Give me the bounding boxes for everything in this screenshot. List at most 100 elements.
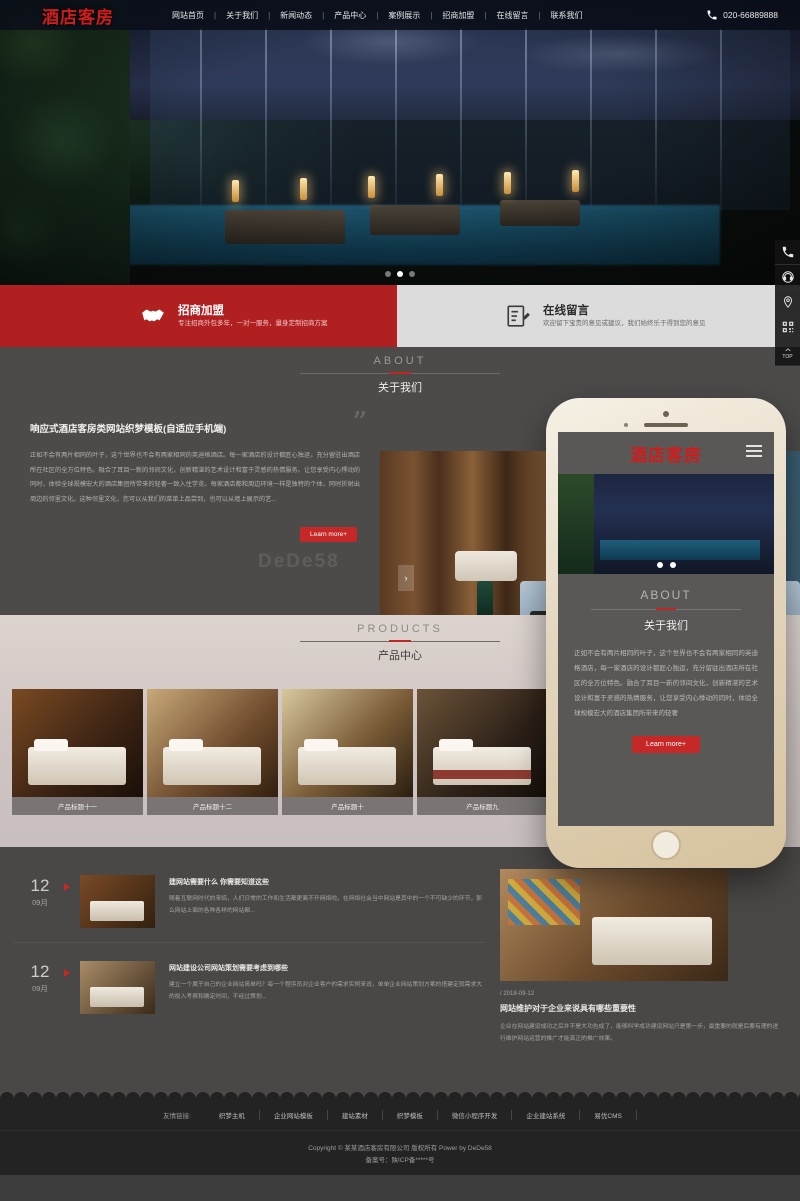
- news-item[interactable]: 12 09月 建网站需要什么 你需要知道这些 随着互联网时代的来临，人们日常的工…: [14, 869, 484, 942]
- page-root: 酒店客房 网站首页 | 关于我们 | 新闻动态 | 产品中心 | 案例展示 | …: [0, 0, 800, 1201]
- featured-news-description: 企业在网站建设成功之后并不是大功告成了，能够科学成功建设网站只是第一步，最重要的…: [500, 1024, 779, 1042]
- franchise-banner-title: 招商加盟: [178, 304, 224, 317]
- franchise-banner[interactable]: 招商加盟 专注招商外包多年，一对一服务，量身定制招商方案: [0, 285, 397, 347]
- phone-screen: 酒店客房 ABOUT 关于我们 正如不会有两片相同的叶子，这个世界也不会有两家相…: [558, 432, 774, 826]
- message-banner-title: 在线留言: [543, 304, 589, 317]
- product-image: [282, 689, 413, 797]
- phone-sensor: [624, 423, 628, 427]
- nav-item-products[interactable]: 产品中心: [324, 10, 376, 21]
- footer-link-dedecms-templates[interactable]: 织梦模板: [383, 1109, 438, 1120]
- phone-site-logo[interactable]: 酒店客房: [630, 441, 702, 466]
- sidetool-service[interactable]: [775, 265, 800, 290]
- featured-news-date: / 2018-09-12: [500, 991, 535, 997]
- footer: 友情链接: 织梦主机 企业网站模板 建站素材 织梦模板 微信小程序开发 企业建站…: [0, 1099, 800, 1175]
- hero-dot-1[interactable]: [385, 271, 391, 277]
- phone-camera-icon: [663, 411, 669, 417]
- hero-dot-2[interactable]: [397, 271, 403, 277]
- about-description: 正如不会有两片相同的叶子，这个世界也不会有两家相同的英迪格酒店。每一家酒店的设计…: [30, 452, 360, 503]
- phone-about-cn-title: 关于我们: [644, 620, 688, 632]
- phone-icon: [782, 246, 793, 258]
- about-section-en-title: ABOUT: [373, 355, 427, 367]
- icp-text: 备案号：陕ICP备*****号: [365, 1157, 435, 1165]
- product-title: 产品标题十二: [147, 797, 278, 815]
- product-image: [417, 689, 548, 797]
- footer-link-host[interactable]: 织梦主机: [205, 1109, 260, 1120]
- nav-item-news[interactable]: 新闻动态: [270, 10, 322, 21]
- hero-banner: 酒店客房 网站首页 | 关于我们 | 新闻动态 | 产品中心 | 案例展示 | …: [0, 0, 800, 285]
- news-section: 12 09月 建网站需要什么 你需要知道这些 随着互联网时代的来临，人们日常的工…: [0, 847, 800, 1087]
- phone-hero-image: [558, 474, 774, 574]
- main-nav: 网站首页 | 关于我们 | 新闻动态 | 产品中心 | 案例展示 | 招商加盟 …: [162, 10, 593, 21]
- news-thumbnail: [80, 875, 155, 928]
- nav-item-contact[interactable]: 联系我们: [541, 10, 593, 21]
- nav-item-home[interactable]: 网站首页: [162, 10, 214, 21]
- about-learn-more-button[interactable]: Learn more+: [300, 527, 358, 543]
- footer-link-materials[interactable]: 建站素材: [328, 1109, 383, 1120]
- phone-section-divider: [591, 609, 741, 610]
- phone-home-button[interactable]: [651, 830, 681, 860]
- phone-dot-2[interactable]: [669, 562, 676, 568]
- section-divider: [300, 641, 500, 642]
- copyright-text: Copyright © 某某酒店客房有限公司 版权所有 Power by DeD…: [308, 1145, 492, 1152]
- friend-links: 友情链接: 织梦主机 企业网站模板 建站素材 织梦模板 微信小程序开发 企业建站…: [0, 1099, 800, 1131]
- nav-item-message[interactable]: 在线留言: [486, 10, 538, 21]
- news-thumbnail: [80, 961, 155, 1014]
- news-item[interactable]: 12 09月 网站建设公司网站策划需要考虑到哪些 建立一个属于自己的企业网站简单…: [14, 942, 484, 1028]
- friend-links-label: 友情链接:: [163, 1112, 191, 1120]
- hero-slider-dots: [0, 271, 800, 277]
- footer-copyright: Copyright © 某某酒店客房有限公司 版权所有 Power by DeD…: [0, 1131, 800, 1168]
- message-banner-subtitle: 欢迎留下宝贵的意见或建议，我们始终乐于得到您的意见: [543, 320, 706, 328]
- product-card[interactable]: 产品标题九: [417, 689, 548, 815]
- about-text-column: 响应式酒店客房类网站织梦模板(自适应手机端) 正如不会有两片相同的叶子，这个世界…: [30, 421, 360, 543]
- hero-vignette: [0, 0, 800, 285]
- sidetool-qrcode[interactable]: [775, 315, 800, 340]
- nav-item-about[interactable]: 关于我们: [216, 10, 268, 21]
- hamburger-menu-icon[interactable]: [746, 445, 762, 460]
- site-logo[interactable]: 酒店客房: [42, 3, 114, 28]
- news-list: 12 09月 建网站需要什么 你需要知道这些 随着互联网时代的来临，人们日常的工…: [14, 869, 484, 1087]
- about-slider-next-arrow[interactable]: ›: [398, 565, 414, 591]
- watermark: DeDe58: [258, 551, 340, 572]
- footer-link-miniprogram[interactable]: 微信小程序开发: [438, 1109, 513, 1120]
- sidetool-back-to-top[interactable]: TOP: [775, 340, 800, 366]
- about-title: 响应式酒店客房类网站织梦模板(自适应手机端): [30, 424, 227, 435]
- phone-slider-dots: [558, 562, 774, 568]
- product-title: 产品标题十: [282, 797, 413, 815]
- hero-dot-3[interactable]: [409, 271, 415, 277]
- news-date: 12 09月: [14, 875, 70, 908]
- news-title[interactable]: 建网站需要什么 你需要知道这些: [169, 877, 484, 887]
- phone-learn-more-button[interactable]: Learn more+: [632, 735, 700, 753]
- nav-item-cases[interactable]: 案例展示: [378, 10, 430, 21]
- promo-banner-row: 招商加盟 专注招商外包多年，一对一服务，量身定制招商方案 在线留言 欢迎留下宝贵…: [0, 285, 800, 347]
- nav-item-franchise[interactable]: 招商加盟: [432, 10, 484, 21]
- sidetool-location[interactable]: [775, 290, 800, 315]
- phone-about-en-title: ABOUT: [640, 588, 692, 602]
- news-month: 09月: [32, 984, 48, 993]
- featured-news[interactable]: / 2018-09-12 网站维护对于企业来说具有哪些重要性 企业在网站建设成功…: [484, 869, 784, 1087]
- footer-link-eyoucms[interactable]: 易优CMS: [580, 1109, 637, 1120]
- news-title[interactable]: 网站建设公司网站策划需要考虑到哪些: [169, 963, 484, 973]
- news-text: 建网站需要什么 你需要知道这些 随着互联网时代的来临，人们日常的工作和生活都更离…: [169, 875, 484, 917]
- handshake-icon: [142, 309, 164, 322]
- product-card[interactable]: 产品标题十二: [147, 689, 278, 815]
- footer-link-templates[interactable]: 企业网站模板: [260, 1109, 328, 1120]
- product-title: 产品标题十一: [12, 797, 143, 815]
- location-pin-icon: [783, 296, 792, 308]
- header-phone-number: 020-66889888: [723, 10, 778, 20]
- floating-side-toolbar: TOP: [775, 240, 800, 366]
- top-navigation-bar: 酒店客房 网站首页 | 关于我们 | 新闻动态 | 产品中心 | 案例展示 | …: [0, 0, 800, 30]
- phone-mockup: 酒店客房 ABOUT 关于我们 正如不会有两片相同的叶子，这个世界也不会有两家相…: [546, 398, 786, 868]
- sidetool-phone[interactable]: [775, 240, 800, 265]
- back-to-top-label: TOP: [782, 353, 793, 360]
- featured-news-image: [500, 869, 728, 981]
- featured-news-title[interactable]: 网站维护对于企业来说具有哪些重要性: [500, 1003, 784, 1014]
- telephone-icon: [707, 10, 717, 20]
- message-banner[interactable]: 在线留言 欢迎留下宝贵的意见或建议，我们始终乐于得到您的意见: [397, 285, 800, 347]
- hero-scene: [0, 0, 800, 285]
- footer-link-site-system[interactable]: 企业建站系统: [512, 1109, 581, 1120]
- product-card[interactable]: 产品标题十: [282, 689, 413, 815]
- phone-dot-1[interactable]: [656, 562, 663, 568]
- product-card[interactable]: 产品标题十一: [12, 689, 143, 815]
- about-section-cn-title: 关于我们: [378, 382, 422, 394]
- back-to-top-icon: [784, 347, 791, 351]
